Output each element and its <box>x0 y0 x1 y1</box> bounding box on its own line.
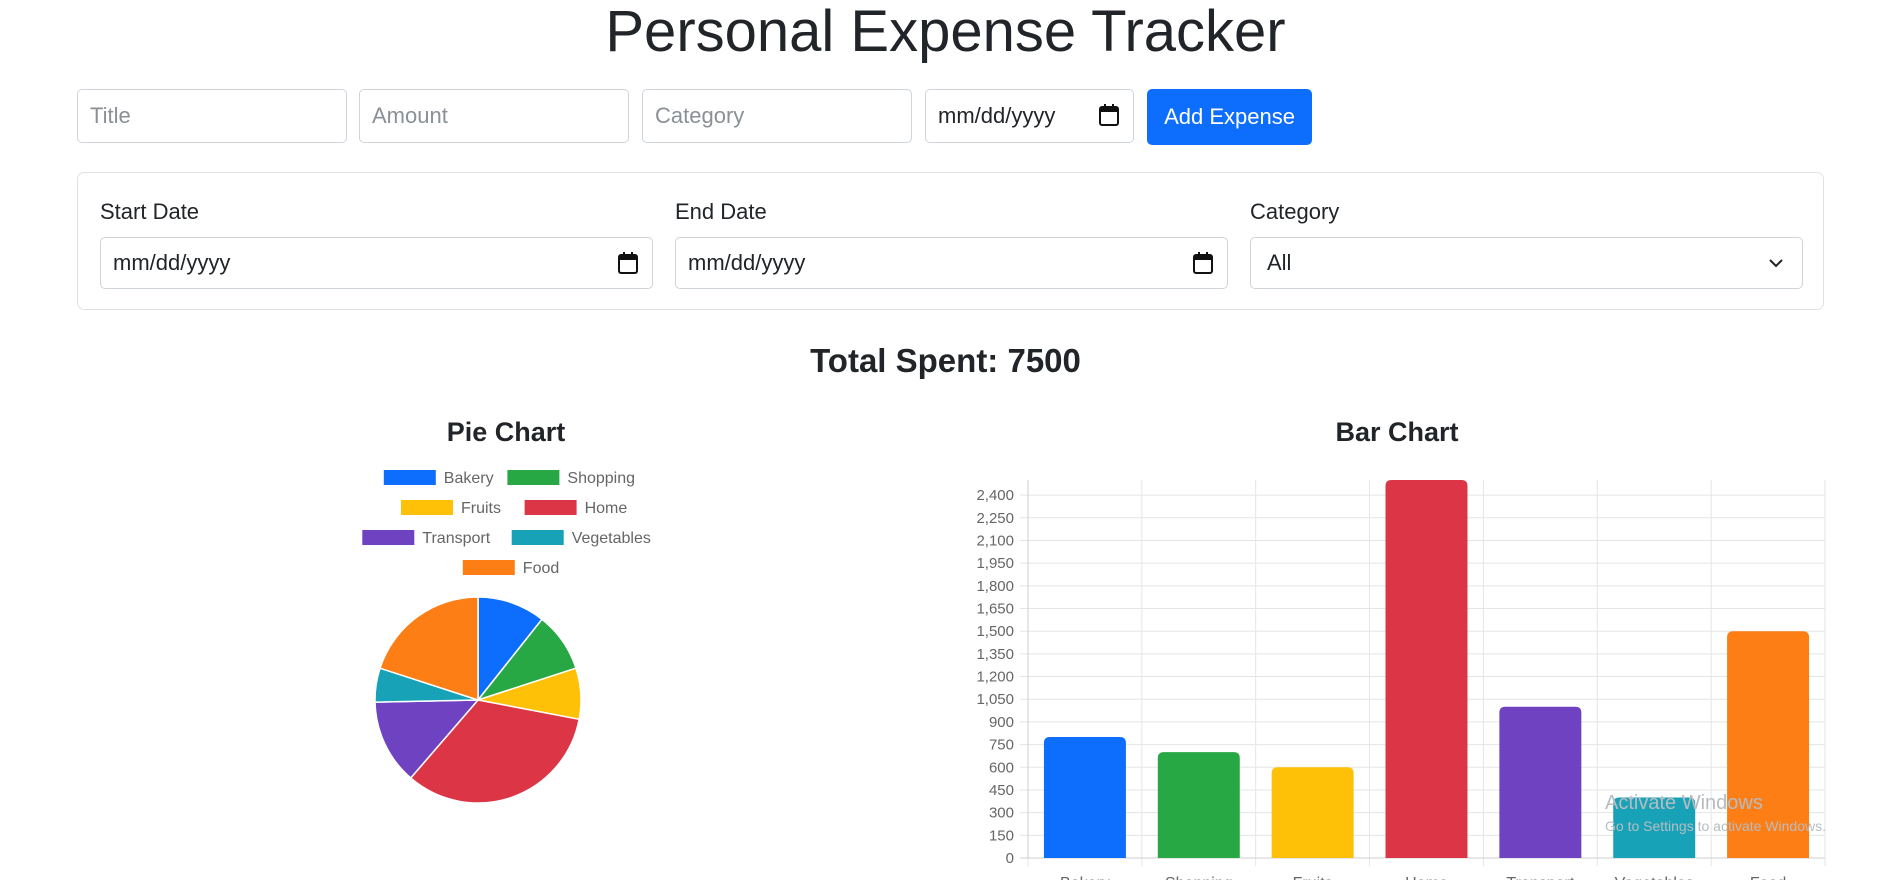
legend-swatch-bakery <box>383 470 436 485</box>
y-tick-label: 2,400 <box>976 487 1014 504</box>
legend-swatch-transport <box>362 530 415 545</box>
bar-shopping <box>1157 752 1240 858</box>
legend-swatch-home <box>524 500 577 515</box>
legend-label-bakery: Bakery <box>444 470 494 487</box>
pie-chart-title: Pie Chart <box>446 417 566 447</box>
chevron-down-icon <box>1769 259 1783 268</box>
x-tick-label: Home <box>1405 875 1448 880</box>
y-tick-label: 0 <box>1006 850 1014 867</box>
activate-windows-title: Activate Windows <box>1605 792 1763 814</box>
date-input-value: mm/dd/yyyy <box>938 103 1056 128</box>
bar-transport <box>1499 706 1582 858</box>
total-spent: Total Spent: 7500 <box>810 342 1081 379</box>
legend-label-transport: Transport <box>422 530 490 547</box>
calendar-icon[interactable] <box>618 252 638 274</box>
y-tick-label: 750 <box>989 737 1014 754</box>
start-date-value: mm/dd/yyyy <box>113 250 231 275</box>
y-tick-label: 1,800 <box>976 578 1014 595</box>
legend-swatch-vegetables <box>511 530 564 545</box>
amount-input[interactable]: Amount <box>359 89 629 143</box>
x-tick-label: Vegetables <box>1615 875 1694 880</box>
legend-swatch-food <box>462 560 515 575</box>
legend-swatch-shopping <box>507 470 560 485</box>
category-input[interactable]: Category <box>642 89 912 143</box>
legend-label-food: Food <box>523 560 559 577</box>
title-input[interactable]: Title <box>77 89 347 143</box>
end-date-input[interactable]: mm/dd/yyyy <box>675 237 1228 289</box>
date-input[interactable]: mm/dd/yyyy <box>925 89 1134 143</box>
bar-chart: 0 150 300 450 600 750 900 1,050 1,200 1,350 1,500 1… <box>976 480 1826 880</box>
end-date-value: mm/dd/yyyy <box>688 250 806 275</box>
legend-swatch-fruits <box>401 500 453 515</box>
y-tick-label: 1,500 <box>976 623 1014 640</box>
bar-home <box>1385 480 1468 858</box>
x-tick-label: Shopping <box>1165 875 1233 880</box>
category-select[interactable]: All <box>1250 237 1803 289</box>
calendar-icon[interactable] <box>1099 104 1119 126</box>
category-filter-label: Category <box>1250 199 1340 224</box>
page-title: Personal Expense Tracker <box>605 0 1286 64</box>
y-tick-label: 150 <box>989 827 1014 844</box>
legend-label-shopping: Shopping <box>567 470 635 487</box>
x-tick-label: Bakery <box>1060 875 1110 880</box>
legend-label-fruits: Fruits <box>461 500 501 517</box>
calendar-icon[interactable] <box>1193 252 1213 274</box>
y-tick-label: 600 <box>989 759 1014 776</box>
y-tick-label: 1,950 <box>976 555 1014 572</box>
bar-fruits <box>1271 767 1354 858</box>
activate-windows-subtitle: Go to Settings to activate Windows. <box>1605 818 1826 834</box>
start-date-input[interactable]: mm/dd/yyyy <box>100 237 653 289</box>
bar-chart-title: Bar Chart <box>1335 417 1459 447</box>
add-expense-button[interactable]: Add Expense <box>1147 89 1312 145</box>
legend-label-home: Home <box>585 500 628 517</box>
end-date-label: End Date <box>675 199 767 224</box>
bar-bakery <box>1043 737 1126 858</box>
y-tick-label: 1,050 <box>976 691 1014 708</box>
y-tick-label: 2,100 <box>976 532 1014 549</box>
y-tick-label: 1,350 <box>976 646 1014 663</box>
y-tick-label: 900 <box>989 714 1014 731</box>
x-tick-label: Food <box>1750 875 1786 880</box>
y-tick-label: 300 <box>989 805 1014 822</box>
category-select-value: All <box>1267 250 1292 275</box>
x-tick-label: Transport <box>1506 875 1574 880</box>
legend-label-vegetables: Vegetables <box>572 530 651 547</box>
start-date-label: Start Date <box>100 199 200 224</box>
pie-chart: Bakery Shopping Fruits Home Transport Vegetab… <box>362 470 651 804</box>
y-tick-label: 2,250 <box>976 510 1014 527</box>
y-tick-label: 1,650 <box>976 601 1014 618</box>
x-tick-label: Fruits <box>1293 875 1333 880</box>
y-tick-label: 450 <box>989 782 1014 799</box>
y-tick-label: 1,200 <box>976 669 1014 686</box>
